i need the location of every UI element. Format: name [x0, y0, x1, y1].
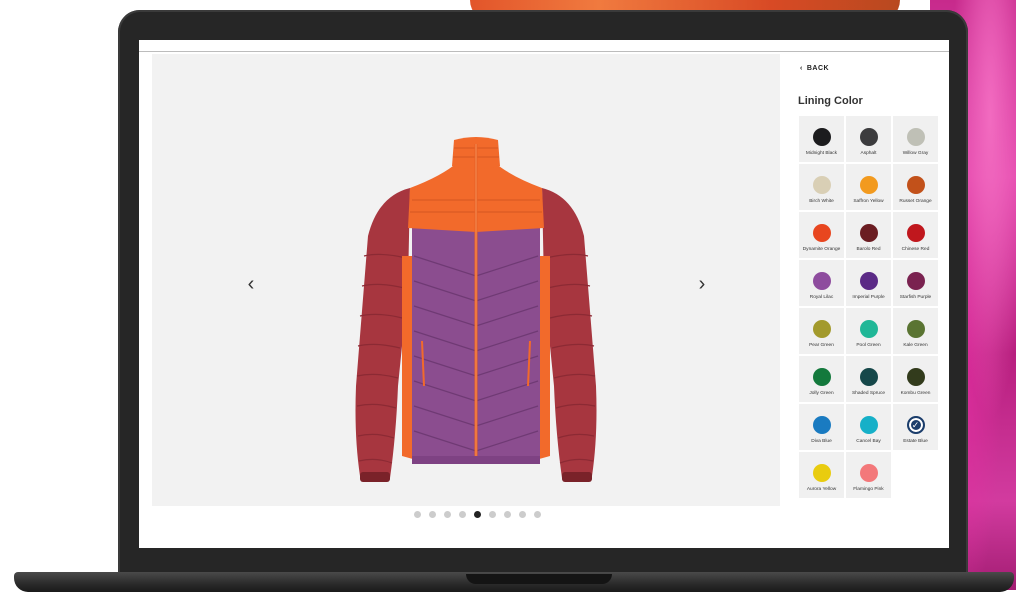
pagination-dot[interactable]	[489, 510, 496, 518]
swatch-color-circle	[859, 128, 878, 146]
color-swatch[interactable]: Barolo Red	[846, 212, 891, 258]
swatch-label: Kombu Green	[900, 391, 931, 396]
swatch-color-circle	[812, 416, 831, 434]
swatch-label: Midnight Black	[805, 151, 838, 156]
pagination-dot[interactable]	[504, 510, 511, 518]
pagination-dot[interactable]	[429, 510, 436, 518]
swatch-label: Royal Lilac	[809, 295, 834, 300]
swatch-color-circle	[859, 224, 878, 242]
swatch-color-circle	[906, 128, 925, 146]
color-swatch[interactable]: Midnight Black	[799, 116, 844, 162]
chevron-left-icon[interactable]: ‹	[239, 272, 263, 296]
swatch-color-circle	[906, 368, 925, 386]
swatch-label: Willow Gray	[902, 151, 929, 156]
pagination-dot[interactable]	[534, 510, 541, 518]
color-swatch[interactable]: Aurora Yellow	[799, 452, 844, 498]
color-swatch[interactable]: Diva Blue	[799, 404, 844, 450]
color-swatch[interactable]: Willow Gray	[893, 116, 938, 162]
swatch-color-circle	[812, 368, 831, 386]
swatch-label: Starfish Purple	[899, 295, 932, 300]
swatch-color-circle	[859, 176, 878, 194]
color-swatch[interactable]: Asphalt	[846, 116, 891, 162]
checkmark-icon: ✓	[911, 419, 920, 430]
color-swatch[interactable]: ✓ Estate Blue	[893, 404, 938, 450]
swatch-color-circle	[906, 224, 925, 242]
swatch-color-circle	[859, 416, 878, 434]
swatch-label: Chinese Red	[901, 247, 930, 252]
panel-title: Lining Color	[798, 95, 863, 107]
swatch-label: Pear Green	[809, 343, 834, 348]
customization-panel: ‹ BACK Lining Color Midnight Black Asphalt…	[790, 54, 949, 544]
swatch-color-circle	[906, 320, 925, 338]
swatch-label: Saffron Yellow	[853, 199, 884, 204]
chevron-left-icon: ‹	[800, 65, 803, 72]
jacket-product-image	[355, 137, 597, 482]
swatch-label: Russet Orange	[899, 199, 932, 204]
swatch-color-circle	[812, 176, 831, 194]
swatch-color-circle	[859, 320, 878, 338]
back-label: BACK	[806, 65, 830, 72]
swatch-label: Imperial Purple	[852, 295, 885, 300]
lining-color-swatches: Midnight Black Asphalt Willow Gray Birch Wh…	[799, 116, 939, 498]
pagination-dot[interactable]	[444, 510, 451, 518]
color-swatch[interactable]: Chinese Red	[893, 212, 938, 258]
pagination-dot[interactable]	[474, 510, 481, 518]
color-swatch[interactable]: Jolly Green	[799, 356, 844, 402]
color-swatch[interactable]: Birch White	[799, 164, 844, 210]
color-swatch[interactable]: Russet Orange	[893, 164, 938, 210]
swatch-label: Barolo Red	[856, 247, 881, 252]
product-image-viewer: ‹ ›	[152, 54, 780, 518]
pagination-dot[interactable]	[519, 510, 526, 518]
swatch-label: Birch White	[809, 199, 834, 204]
image-pagination-dots	[414, 509, 554, 519]
swatch-label: Diva Blue	[811, 439, 832, 444]
swatch-color-circle	[859, 368, 878, 386]
color-swatch[interactable]: Flamingo Pink	[846, 452, 891, 498]
swatch-label: Jolly Green	[809, 391, 834, 396]
swatch-color-circle	[812, 320, 831, 338]
browser-top-bar	[139, 40, 949, 52]
swatch-label: Aurora Yellow	[806, 487, 837, 492]
swatch-label: Dynamite Orange	[802, 247, 841, 252]
swatch-label: Kale Green	[903, 343, 928, 348]
color-swatch[interactable]: Pool Green	[846, 308, 891, 354]
pagination-dot[interactable]	[414, 510, 421, 518]
swatch-label: Pool Green	[856, 343, 881, 348]
swatch-label: Flamingo Pink	[853, 487, 884, 492]
laptop-notch	[466, 574, 612, 584]
laptop-screen: ‹ › ‹ BACK Lining Color Midnight Black A…	[139, 40, 949, 548]
color-swatch[interactable]: Kale Green	[893, 308, 938, 354]
swatch-color-circle	[812, 224, 831, 242]
back-button[interactable]: ‹ BACK	[800, 65, 829, 72]
color-swatch[interactable]: Cancel Bay	[846, 404, 891, 450]
swatch-color-circle: ✓	[906, 416, 925, 434]
swatch-label: Estate Blue	[903, 439, 928, 444]
swatch-label: Shaded Spruce	[851, 391, 886, 396]
color-swatch[interactable]: Pear Green	[799, 308, 844, 354]
swatch-label: Cancel Bay	[856, 439, 881, 444]
swatch-label: Asphalt	[860, 151, 877, 156]
color-swatch[interactable]: Shaded Spruce	[846, 356, 891, 402]
swatch-color-circle	[812, 272, 831, 290]
color-swatch[interactable]: Dynamite Orange	[799, 212, 844, 258]
color-swatch[interactable]: Saffron Yellow	[846, 164, 891, 210]
color-swatch[interactable]: Imperial Purple	[846, 260, 891, 306]
color-swatch[interactable]: Starfish Purple	[893, 260, 938, 306]
swatch-color-circle	[812, 128, 831, 146]
swatch-color-circle	[906, 176, 925, 194]
chevron-right-icon[interactable]: ›	[690, 272, 714, 296]
color-swatch[interactable]: Kombu Green	[893, 356, 938, 402]
swatch-color-circle	[859, 272, 878, 290]
swatch-color-circle	[812, 464, 831, 482]
color-swatch[interactable]: Royal Lilac	[799, 260, 844, 306]
pagination-dot[interactable]	[459, 510, 466, 518]
swatch-color-circle	[906, 272, 925, 290]
swatch-color-circle	[859, 464, 878, 482]
